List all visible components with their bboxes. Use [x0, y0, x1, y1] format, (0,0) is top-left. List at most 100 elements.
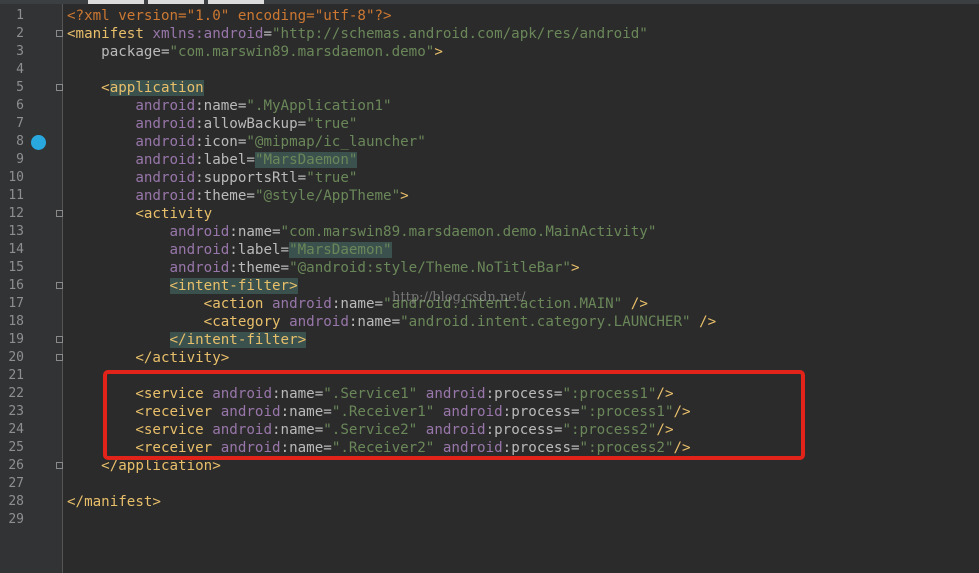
code-line[interactable]: 1 <?xml version="1.0" encoding="utf-8"?>	[0, 7, 979, 25]
code-line[interactable]: 3 package="com.marswin89.marsdaemon.demo…	[0, 43, 979, 61]
code-token: android	[169, 224, 230, 240]
code-token: android	[289, 314, 349, 330]
code-token: android	[169, 260, 230, 276]
code-token: :allowBackup=	[195, 116, 307, 132]
editor-tab[interactable]	[208, 0, 264, 4]
code-token: "com.marswin89.marsdaemon.demo"	[169, 44, 435, 60]
line-number: 16	[8, 278, 24, 293]
code-token: </intent-filter>	[169, 332, 307, 348]
code-line[interactable]: 9 android:label="MarsDaemon"	[0, 151, 979, 169]
code-content: android:icon="@mipmap/ic_launcher"	[67, 133, 425, 151]
fold-toggle-icon[interactable]	[56, 462, 63, 469]
code-token: :name=	[331, 296, 384, 312]
fold-toggle-icon[interactable]	[56, 354, 63, 361]
code-token: "android.intent.category.LAUNCHER"	[400, 314, 691, 330]
indent-guide	[67, 152, 135, 168]
code-token: <category	[203, 314, 290, 330]
indent-guide	[67, 44, 101, 60]
code-content: <manifest xmlns:android="http://schemas.…	[67, 25, 648, 43]
code-line[interactable]: 15 android:theme="@android:style/Theme.N…	[0, 259, 979, 277]
code-content: <application	[67, 79, 204, 97]
code-content: </manifest>	[67, 493, 161, 511]
code-line[interactable]: 2 <manifest xmlns:android="http://schemas…	[0, 25, 979, 43]
line-number: 8	[16, 134, 24, 149]
code-line[interactable]: 6 android:name=".MyApplication1"	[0, 97, 979, 115]
code-content: </activity>	[67, 349, 229, 367]
fold-toggle-icon[interactable]	[56, 336, 63, 343]
code-token: android	[169, 242, 230, 258]
code-token: :theme=	[229, 260, 290, 276]
fold-toggle-icon[interactable]	[56, 282, 63, 289]
code-token: android	[135, 170, 196, 186]
code-line[interactable]: 29	[0, 511, 979, 529]
code-token: "MarsDaemon"	[289, 242, 392, 258]
code-line[interactable]: 20 </activity>	[0, 349, 979, 367]
code-content: <activity	[67, 205, 212, 223]
line-number: 14	[8, 242, 24, 257]
code-line[interactable]: 12 <activity	[0, 205, 979, 223]
code-line[interactable]: 7 android:allowBackup="true"	[0, 115, 979, 133]
code-content: android:name="com.marswin89.marsdaemon.d…	[67, 223, 657, 241]
indent-guide	[67, 458, 101, 474]
code-content: <?xml version="1.0" encoding="utf-8"?>	[67, 7, 392, 25]
code-token: />	[690, 314, 717, 330]
line-number: 20	[8, 350, 24, 365]
code-content: </intent-filter>	[67, 331, 307, 349]
code-line[interactable]: 4	[0, 61, 979, 79]
code-token: <intent-filter>	[169, 278, 298, 294]
line-number: 19	[8, 332, 24, 347]
code-token: "http://schemas.android.com/apk/res/andr…	[272, 26, 648, 42]
line-number: 10	[8, 170, 24, 185]
code-token: "true"	[306, 116, 358, 132]
line-number: 21	[8, 368, 24, 383]
line-number: 1	[16, 8, 24, 23]
code-content: <intent-filter>	[67, 277, 298, 295]
fold-toggle-icon[interactable]	[56, 84, 63, 91]
code-line[interactable]: 11 android:theme="@style/AppTheme">	[0, 187, 979, 205]
line-number: 23	[8, 404, 24, 419]
code-line[interactable]: 18 <category android:name="android.inten…	[0, 313, 979, 331]
code-token: "@style/AppTheme"	[254, 188, 401, 204]
code-token: "com.marswin89.marsdaemon.demo.MainActiv…	[280, 224, 657, 240]
code-token: >	[570, 260, 580, 276]
indent-guide	[67, 170, 135, 186]
code-line[interactable]: 19 </intent-filter>	[0, 331, 979, 349]
code-line[interactable]: 14 android:label="MarsDaemon"	[0, 241, 979, 259]
code-token: <	[101, 80, 110, 96]
code-content: android:name=".MyApplication1"	[67, 97, 391, 115]
editor-tab[interactable]	[88, 0, 144, 4]
code-token: >	[434, 44, 443, 60]
code-line[interactable]: 10 android:supportsRtl="true"	[0, 169, 979, 187]
code-token: :name=	[348, 314, 401, 330]
code-token: android	[135, 188, 196, 204]
line-number: 3	[16, 44, 24, 59]
code-token: <activity	[135, 206, 213, 222]
line-number: 24	[8, 422, 24, 437]
code-content: android:label="MarsDaemon"	[67, 241, 392, 259]
code-line[interactable]: 8 android:icon="@mipmap/ic_launcher"	[0, 133, 979, 151]
code-token: </application>	[101, 458, 221, 474]
code-content: <category android:name="android.intent.c…	[67, 313, 717, 331]
fold-toggle-icon[interactable]	[56, 210, 63, 217]
code-line[interactable]: 28 </manifest>	[0, 493, 979, 511]
code-token: <?xml version="1.0" encoding="utf-8"?>	[67, 8, 392, 24]
indent-guide	[67, 116, 135, 132]
code-token: =	[160, 44, 170, 60]
code-token: android	[135, 116, 196, 132]
editor-tab[interactable]	[148, 0, 204, 4]
indent-guide	[67, 206, 135, 222]
code-token: package	[101, 44, 161, 60]
line-number: 11	[8, 188, 24, 203]
line-number: 27	[8, 476, 24, 491]
line-number: 7	[16, 116, 24, 131]
code-line[interactable]: 13 android:name="com.marswin89.marsdaemo…	[0, 223, 979, 241]
resource-marker-icon[interactable]	[31, 135, 46, 150]
fold-toggle-icon[interactable]	[56, 30, 63, 37]
code-line[interactable]: 27	[0, 475, 979, 493]
code-content: android:theme="@android:style/Theme.NoTi…	[67, 259, 580, 277]
line-number: 6	[16, 98, 24, 113]
line-number: 4	[16, 62, 24, 77]
indent-guide	[67, 314, 204, 330]
code-token: :label=	[195, 152, 255, 168]
code-line[interactable]: 5 <application	[0, 79, 979, 97]
